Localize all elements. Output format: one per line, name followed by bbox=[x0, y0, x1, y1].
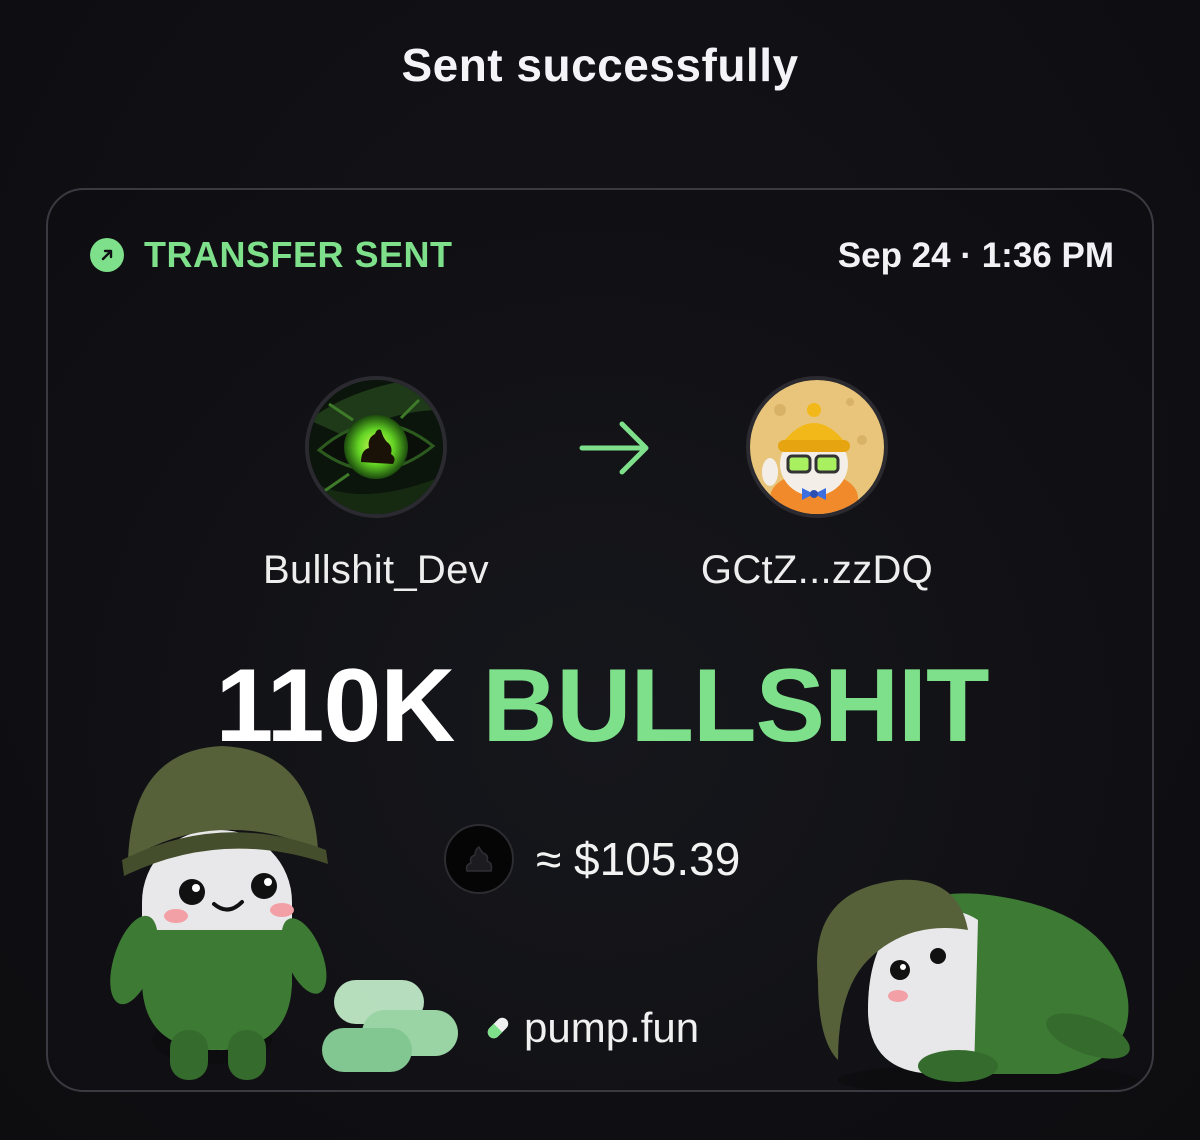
poop-token-icon bbox=[444, 824, 514, 894]
timestamp: Sep 24 · 1:36 PM bbox=[837, 236, 1114, 275]
transfer-status: TRANSFER SENT bbox=[90, 234, 453, 276]
transfer-amount: 110K BULLSHIT bbox=[48, 654, 1152, 758]
arrow-right-icon bbox=[579, 421, 649, 475]
sender[interactable]: Bullshit_Dev bbox=[211, 376, 541, 593]
amount-quantity: 110K bbox=[215, 648, 456, 764]
token-symbol: BULLSHIT bbox=[482, 648, 989, 764]
transfer-card: TRANSFER SENT Sep 24 · 1:36 PM Bullshit_… bbox=[46, 188, 1154, 1092]
page-title: Sent successfully bbox=[401, 39, 799, 91]
sender-avatar[interactable] bbox=[305, 376, 447, 518]
pill-icon bbox=[487, 1017, 509, 1039]
green-eye-avatar bbox=[309, 380, 443, 514]
recipient-name: GCtZ...zzDQ bbox=[700, 548, 934, 592]
value-text: ≈ $105.39 bbox=[536, 833, 741, 885]
page: Sent successfully TRANSFER SENT Sep 24 ·… bbox=[0, 0, 1200, 1140]
usd-value: ≈ $105.39 bbox=[444, 824, 740, 894]
mascot-lying-pill-illustration bbox=[817, 879, 1138, 1090]
brand-text: pump.fun bbox=[524, 1004, 700, 1051]
arrow-up-right-icon bbox=[90, 238, 124, 272]
sender-name: Bullshit_Dev bbox=[263, 548, 489, 592]
status-label: TRANSFER SENT bbox=[144, 234, 453, 275]
mascot-soldier-pill-illustration bbox=[110, 746, 458, 1080]
mascot-beanie-glasses-avatar bbox=[750, 380, 884, 514]
recipient-avatar[interactable] bbox=[746, 376, 888, 518]
brand-link[interactable]: pump.fun bbox=[484, 1004, 699, 1052]
recipient[interactable]: GCtZ...zzDQ bbox=[652, 376, 982, 593]
